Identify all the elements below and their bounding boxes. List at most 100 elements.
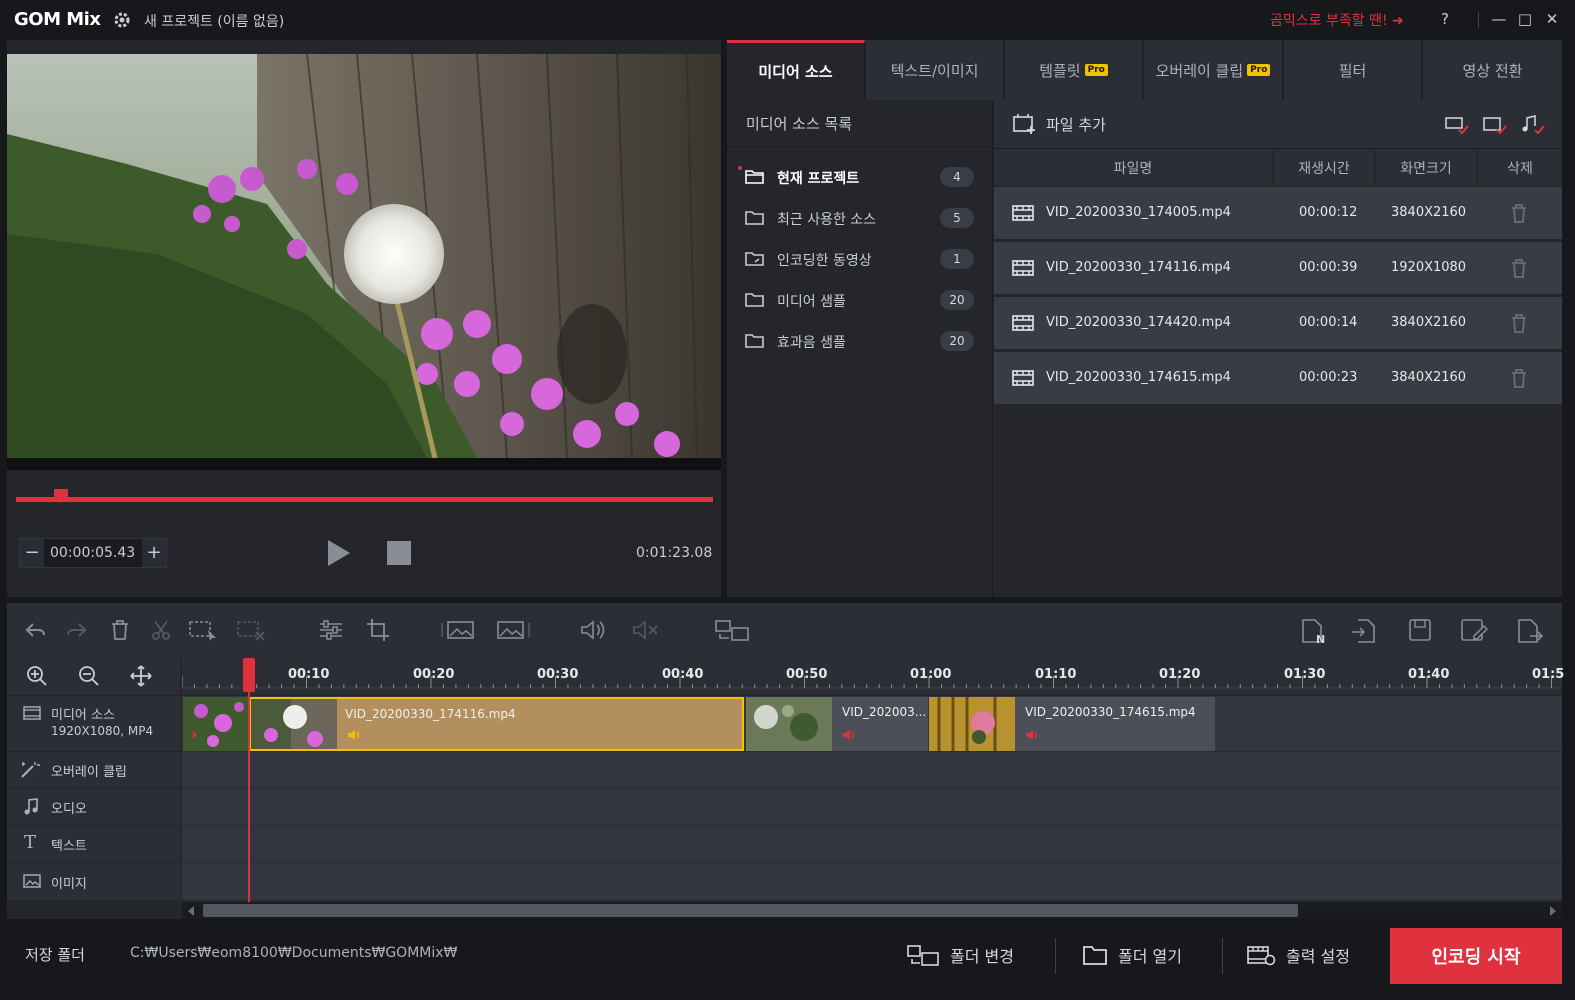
image-left-icon[interactable] bbox=[440, 618, 476, 642]
fit-timeline-icon[interactable] bbox=[130, 665, 152, 687]
folder-export-icon bbox=[745, 251, 765, 267]
check-audio-icon[interactable] bbox=[1521, 115, 1545, 135]
source-item-recent[interactable]: 최근 사용한 소스 5 bbox=[735, 201, 985, 235]
time-decrement-button[interactable]: − bbox=[20, 539, 44, 567]
save-as-icon[interactable] bbox=[1460, 618, 1488, 642]
minimize-button[interactable]: — bbox=[1488, 8, 1510, 30]
clip-name: VID_202003... bbox=[842, 705, 927, 719]
upgrade-promo-link[interactable]: 곰믹스로 부족할 땐! ➜ bbox=[1270, 10, 1404, 30]
timeline-clip[interactable] bbox=[183, 697, 249, 751]
file-row[interactable]: VID_20200330_174005.mp4 00:00:12 3840X21… bbox=[994, 187, 1562, 240]
trash-icon[interactable] bbox=[1510, 258, 1528, 278]
file-row[interactable]: VID_20200330_174420.mp4 00:00:14 3840X21… bbox=[994, 297, 1562, 350]
column-header-duration[interactable]: 재생시간 bbox=[1274, 148, 1375, 186]
timeline-clip[interactable]: VID_202003... bbox=[746, 697, 928, 751]
file-resolution: 3840X2160 bbox=[1391, 205, 1467, 220]
delete-icon[interactable] bbox=[110, 618, 130, 642]
tab-filter[interactable]: 필터 bbox=[1284, 40, 1422, 100]
image-right-icon[interactable] bbox=[496, 618, 532, 642]
trash-icon[interactable] bbox=[1510, 203, 1528, 223]
column-header-resolution[interactable]: 화면크기 bbox=[1376, 148, 1477, 186]
close-button[interactable]: ✕ bbox=[1541, 8, 1563, 30]
playhead-handle[interactable] bbox=[243, 658, 255, 692]
video-preview[interactable] bbox=[7, 54, 721, 458]
add-file-button[interactable]: 파일 추가 bbox=[1046, 114, 1106, 135]
text-lane[interactable] bbox=[182, 826, 1562, 863]
seek-handle[interactable] bbox=[54, 489, 68, 503]
speaker-icon bbox=[1026, 730, 1037, 740]
split-select-icon[interactable] bbox=[236, 618, 266, 642]
track-header-overlay: 오버레이 클립 bbox=[7, 752, 181, 789]
file-row[interactable]: VID_20200330_174116.mp4 00:00:39 1920X10… bbox=[994, 242, 1562, 295]
stop-button[interactable] bbox=[387, 541, 411, 565]
save-icon[interactable] bbox=[1408, 618, 1432, 642]
export-project-icon[interactable] bbox=[1516, 618, 1544, 644]
source-item-label: 최근 사용한 소스 bbox=[777, 212, 877, 228]
add-file-icon[interactable] bbox=[1012, 113, 1036, 135]
trash-icon[interactable] bbox=[1510, 313, 1528, 333]
play-button[interactable] bbox=[328, 540, 350, 566]
source-item-media-samples[interactable]: 미디어 샘플 20 bbox=[735, 283, 985, 317]
check-video-icon[interactable] bbox=[1445, 115, 1469, 135]
start-encoding-button[interactable]: 인코딩 시작 bbox=[1390, 928, 1562, 984]
scroll-thumb[interactable] bbox=[203, 904, 1298, 917]
tab-overlay-clip[interactable]: 오버레이 클립 Pro bbox=[1144, 40, 1283, 100]
timeline-playhead[interactable] bbox=[248, 658, 250, 902]
ruler-label: 00:30 bbox=[537, 667, 579, 682]
scroll-right-icon[interactable] bbox=[1548, 905, 1558, 917]
track-header-media: 미디어 소스 1920X1080, MP4 bbox=[7, 696, 181, 752]
scroll-left-icon[interactable] bbox=[186, 905, 196, 917]
clip-name: VID_20200330_174615.mp4 bbox=[1025, 705, 1196, 719]
file-duration: 00:00:23 bbox=[1299, 370, 1358, 385]
output-settings-button[interactable]: 출력 설정 bbox=[1246, 928, 1350, 982]
time-increment-button[interactable]: + bbox=[142, 539, 166, 567]
tab-text-image[interactable]: 텍스트/이미지 bbox=[866, 40, 1004, 100]
column-header-filename[interactable]: 파일명 bbox=[994, 148, 1273, 186]
source-item-current-project[interactable]: 현재 프로젝트 4 bbox=[735, 160, 985, 194]
cut-icon[interactable] bbox=[150, 618, 172, 642]
source-item-sound-samples[interactable]: 효과음 샘플 20 bbox=[735, 324, 985, 358]
current-time[interactable]: 00:00:05.43 bbox=[50, 545, 135, 561]
folder-icon bbox=[745, 333, 765, 349]
help-button[interactable]: ? bbox=[1434, 8, 1456, 30]
file-resolution: 3840X2160 bbox=[1391, 315, 1467, 330]
film-icon bbox=[23, 705, 41, 721]
file-row[interactable]: VID_20200330_174615.mp4 00:00:23 3840X21… bbox=[994, 352, 1562, 405]
open-folder-button[interactable]: 폴더 열기 bbox=[1082, 928, 1182, 982]
timeline-clip-selected[interactable]: VID_20200330_174116.mp4 bbox=[249, 697, 744, 751]
track-header-audio: 오디오 bbox=[7, 789, 181, 826]
audio-lane[interactable] bbox=[182, 789, 1562, 826]
open-project-icon[interactable] bbox=[1350, 618, 1378, 644]
change-folder-button[interactable]: 폴더 변경 bbox=[906, 928, 1014, 982]
undo-icon[interactable] bbox=[24, 618, 46, 642]
folder-open-icon bbox=[745, 169, 765, 185]
timeline-ruler[interactable] bbox=[182, 658, 1562, 695]
crop-icon[interactable] bbox=[366, 618, 392, 642]
select-icon[interactable] bbox=[188, 618, 220, 642]
check-image-icon[interactable] bbox=[1483, 115, 1507, 135]
trash-icon[interactable] bbox=[1510, 368, 1528, 388]
current-time-stepper[interactable]: − 00:00:05.43 + bbox=[19, 538, 167, 568]
mute-icon[interactable] bbox=[632, 618, 660, 642]
redo-icon[interactable] bbox=[66, 618, 88, 642]
adjust-icon[interactable] bbox=[318, 618, 344, 642]
zoom-in-icon[interactable] bbox=[26, 665, 48, 687]
film-icon bbox=[1012, 204, 1034, 222]
tab-transition[interactable]: 영상 전환 bbox=[1423, 40, 1562, 100]
ruler-label: 00:40 bbox=[662, 667, 704, 682]
zoom-out-icon[interactable] bbox=[78, 665, 100, 687]
seek-bar[interactable] bbox=[16, 497, 713, 502]
replace-clip-icon[interactable] bbox=[714, 618, 750, 642]
volume-icon[interactable] bbox=[580, 618, 608, 642]
source-item-encoded[interactable]: 인코딩한 동영상 1 bbox=[735, 242, 985, 276]
clip-name: VID_20200330_174116.mp4 bbox=[345, 707, 516, 721]
timeline-clip[interactable]: VID_20200330_174615.mp4 bbox=[929, 697, 1215, 751]
total-time: 0:01:23.08 bbox=[636, 545, 713, 561]
tab-media-source[interactable]: 미디어 소스 bbox=[727, 40, 865, 100]
settings-gear-icon[interactable] bbox=[112, 10, 132, 30]
maximize-button[interactable]: □ bbox=[1514, 8, 1536, 30]
new-project-icon[interactable]: N bbox=[1300, 618, 1328, 644]
overlay-lane[interactable] bbox=[182, 752, 1562, 789]
tab-template[interactable]: 템플릿 Pro bbox=[1005, 40, 1143, 100]
image-lane[interactable] bbox=[182, 863, 1562, 901]
